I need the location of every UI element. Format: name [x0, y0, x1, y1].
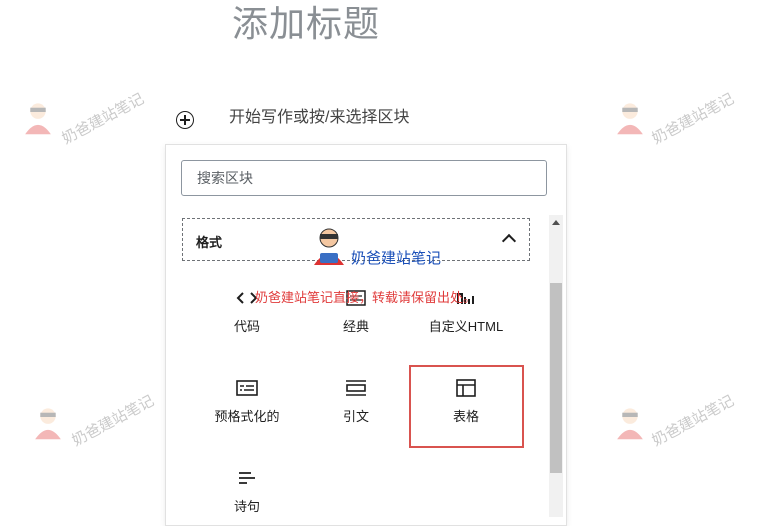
watermark-text: 奶爸建站笔记	[69, 392, 157, 450]
watermark-logo	[617, 103, 643, 135]
watermark-logo	[617, 408, 643, 440]
watermark-logo	[25, 103, 51, 135]
block-label: 代码	[233, 319, 260, 334]
block-prompt-placeholder[interactable]: 开始写作或按/来选择区块	[229, 108, 409, 128]
inserter-scrollbar[interactable]	[549, 215, 563, 517]
table-block-highlight	[409, 365, 524, 448]
category-label: 格式	[196, 235, 223, 250]
scroll-thumb[interactable]	[550, 283, 562, 473]
post-title-placeholder[interactable]: 添加标题	[232, 4, 380, 44]
chevron-up-icon	[501, 233, 517, 249]
add-block-icon[interactable]	[176, 111, 194, 129]
block-search-input[interactable]	[181, 160, 547, 196]
block-label: 诗句	[233, 499, 260, 514]
verse-icon	[239, 472, 255, 484]
block-label: 经典	[342, 319, 369, 334]
scroll-up-arrow-icon[interactable]	[552, 220, 560, 225]
block-item-verse[interactable]: 诗句	[192, 468, 302, 515]
watermark-notice: 奶爸建站笔记直接，转载请保留出处。	[255, 290, 477, 305]
pullquote-icon	[346, 380, 366, 396]
watermark-text: 奶爸建站笔记	[649, 90, 737, 148]
preformatted-icon	[236, 380, 258, 396]
block-item-preformatted[interactable]: 预格式化的	[192, 378, 302, 425]
block-label: 引文	[342, 409, 369, 424]
block-item-pullquote[interactable]: 引文	[301, 378, 411, 425]
watermark-site-name: 奶爸建站笔记	[351, 250, 442, 267]
watermark-text: 奶爸建站笔记	[59, 90, 147, 148]
watermark-logo	[314, 228, 344, 265]
watermark-logo	[35, 408, 61, 440]
block-label: 预格式化的	[214, 409, 280, 424]
watermark-text: 奶爸建站笔记	[649, 392, 737, 450]
block-label: 自定义HTML	[428, 319, 504, 334]
